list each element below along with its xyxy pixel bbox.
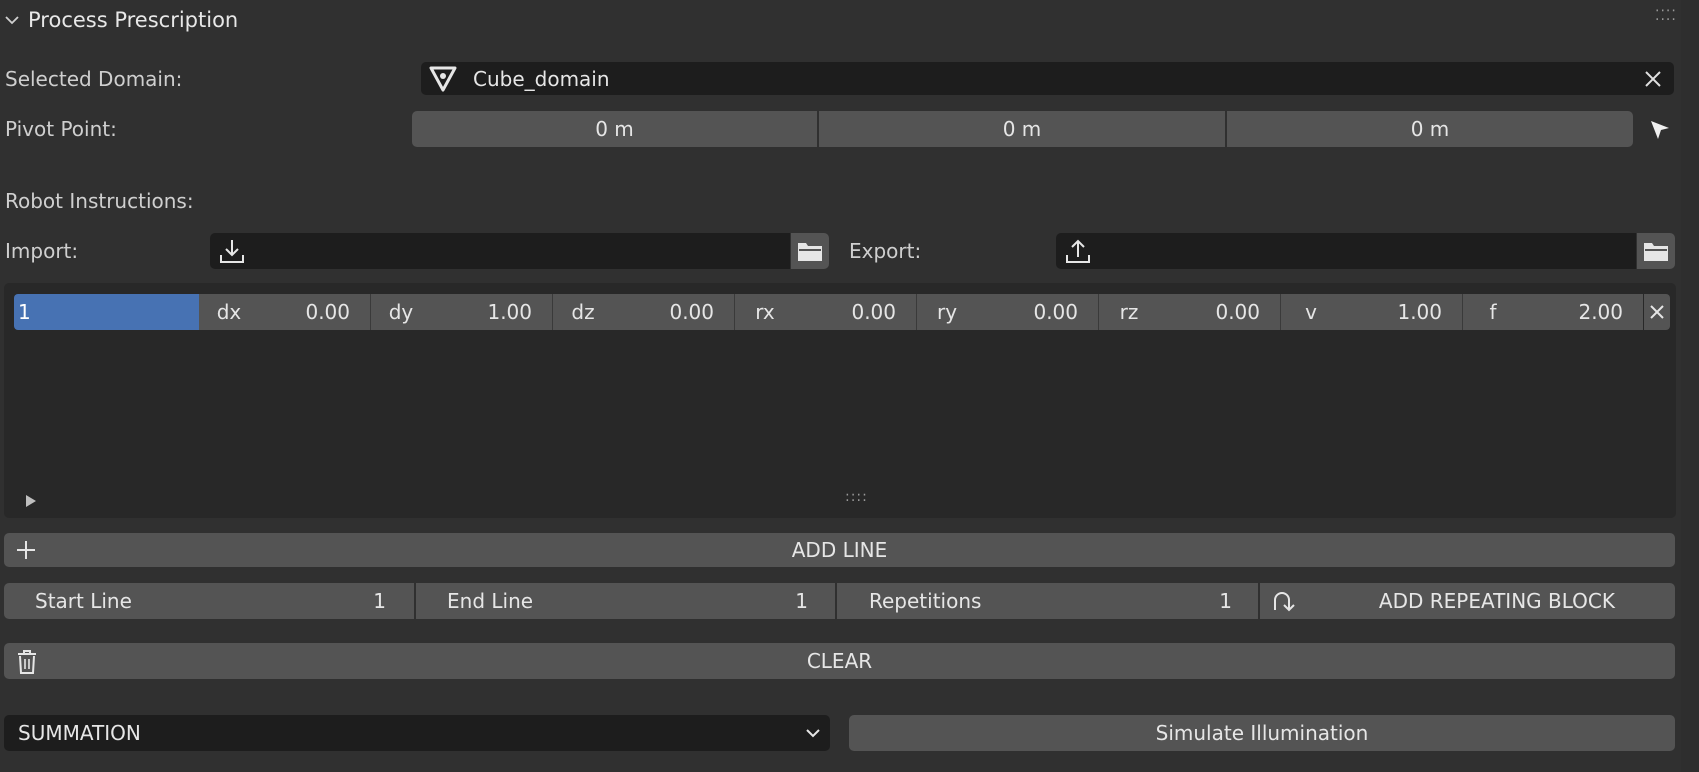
export-path-field[interactable]: [1056, 233, 1636, 269]
field-value: 2.00: [1578, 300, 1623, 324]
folder-icon: [1642, 239, 1670, 263]
field-key: dz: [571, 300, 595, 324]
export-browse-button[interactable]: [1637, 233, 1675, 269]
instruction-field-dx[interactable]: dx 0.00: [199, 294, 371, 330]
mesh-icon: [429, 66, 457, 92]
panel-drag-grip[interactable]: ⁚⁚⁚⁚: [1655, 8, 1677, 24]
export-icon: [1064, 237, 1092, 265]
folder-icon: [796, 239, 824, 263]
repetitions-value: 1: [1219, 589, 1232, 613]
field-value: 0.00: [305, 300, 350, 324]
pivot-label: Pivot Point:: [5, 117, 117, 141]
clear-button[interactable]: CLEAR: [4, 643, 1675, 679]
mode-value: SUMMATION: [18, 721, 141, 745]
field-key: rz: [1119, 300, 1139, 324]
field-value: 0.00: [851, 300, 896, 324]
add-line-label: ADD LINE: [791, 538, 888, 562]
close-icon[interactable]: [1644, 70, 1662, 88]
field-key: dx: [216, 300, 242, 324]
start-line-label: Start Line: [35, 589, 132, 613]
export-label: Export:: [849, 239, 922, 263]
instruction-row: dx 0.00 dy 1.00 dz 0.00 rx 0.00 ry 0.00 …: [199, 294, 1643, 330]
end-line-field[interactable]: End Line 1: [416, 583, 835, 619]
pivot-x-field[interactable]: 0 m: [412, 111, 817, 147]
field-key: v: [1305, 300, 1317, 324]
eyedropper-cursor-icon[interactable]: [1648, 118, 1672, 142]
import-path-field[interactable]: [210, 233, 790, 269]
pivot-z-field[interactable]: 0 m: [1227, 111, 1633, 147]
loop-back-icon: [1270, 588, 1296, 614]
field-value: 0.00: [669, 300, 714, 324]
end-line-label: End Line: [447, 589, 534, 613]
field-key: dy: [388, 300, 414, 324]
robot-instructions-label: Robot Instructions:: [5, 189, 194, 213]
start-line-value: 1: [373, 589, 386, 613]
panel-header[interactable]: Process Prescription: [4, 8, 238, 32]
instruction-field-rz[interactable]: rz 0.00: [1099, 294, 1281, 330]
instruction-field-f[interactable]: f 2.00: [1463, 294, 1643, 330]
domain-value: Cube_domain: [473, 66, 610, 91]
field-value: 1.00: [487, 300, 532, 324]
repetitions-field[interactable]: Repetitions 1: [837, 583, 1258, 619]
import-icon: [218, 237, 246, 265]
pivot-y-field[interactable]: 0 m: [819, 111, 1225, 147]
start-line-field[interactable]: Start Line 1: [4, 583, 414, 619]
field-key: f: [1489, 300, 1497, 324]
add-line-button[interactable]: ADD LINE: [4, 533, 1675, 567]
instruction-field-dz[interactable]: dz 0.00: [553, 294, 735, 330]
domain-label: Selected Domain:: [5, 67, 183, 91]
trash-icon: [15, 649, 39, 675]
domain-field[interactable]: Cube_domain: [421, 62, 1674, 95]
instruction-field-v[interactable]: v 1.00: [1281, 294, 1463, 330]
import-label: Import:: [5, 239, 79, 263]
clear-label: CLEAR: [806, 649, 873, 673]
import-browse-button[interactable]: [791, 233, 829, 269]
expand-triangle-icon[interactable]: [24, 494, 38, 508]
panel-title: Process Prescription: [28, 8, 239, 32]
chevron-down-icon: [806, 728, 820, 738]
field-key: ry: [936, 300, 958, 324]
field-value: 0.00: [1033, 300, 1078, 324]
simulate-illumination-button[interactable]: Simulate Illumination: [849, 715, 1675, 751]
region-edge: [1681, 0, 1699, 772]
instruction-field-rx[interactable]: rx 0.00: [735, 294, 917, 330]
instruction-field-dy[interactable]: dy 1.00: [371, 294, 553, 330]
end-line-value: 1: [795, 589, 808, 613]
repetitions-label: Repetitions: [869, 589, 982, 613]
list-resize-grip[interactable]: ::::: [845, 489, 868, 505]
chevron-down-icon: [4, 14, 20, 26]
add-repeating-block-label: ADD REPEATING BLOCK: [1378, 589, 1615, 613]
add-repeating-block-button[interactable]: ADD REPEATING BLOCK: [1260, 583, 1675, 619]
instruction-list[interactable]: 1 dx 0.00 dy 1.00 dz 0.00 rx 0.00 ry 0.0…: [4, 283, 1676, 518]
plus-icon: [16, 540, 36, 560]
mode-dropdown[interactable]: SUMMATION: [4, 715, 830, 751]
instruction-index-field[interactable]: 1: [14, 294, 199, 330]
close-icon: [1649, 304, 1665, 320]
field-key: rx: [755, 300, 775, 324]
field-value: 0.00: [1215, 300, 1260, 324]
remove-line-button[interactable]: [1644, 294, 1670, 330]
field-value: 1.00: [1397, 300, 1442, 324]
instruction-field-ry[interactable]: ry 0.00: [917, 294, 1099, 330]
